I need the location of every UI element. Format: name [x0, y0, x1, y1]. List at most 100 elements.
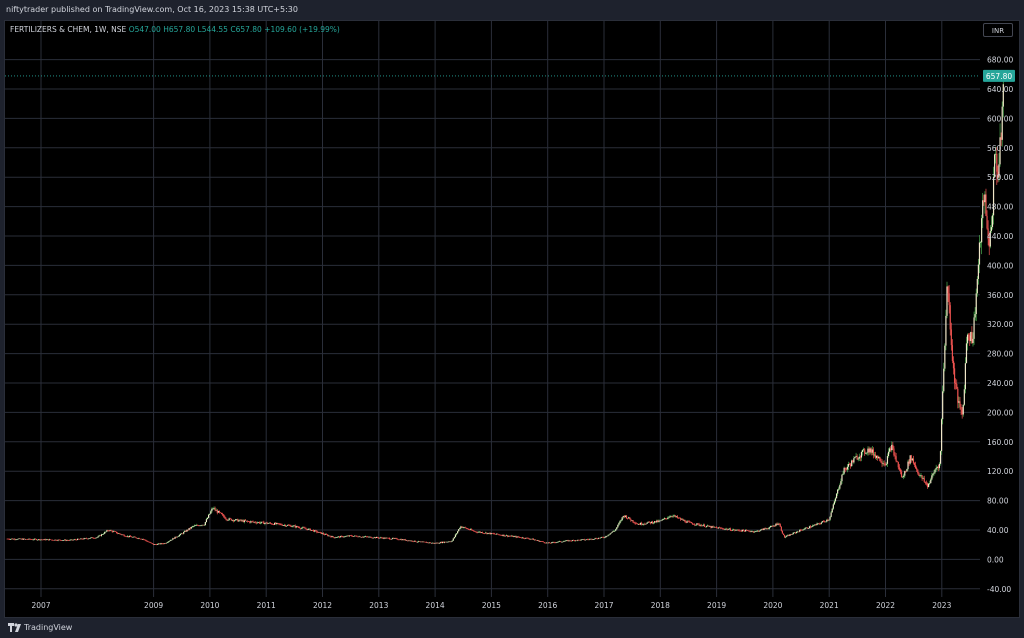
candle-body	[588, 539, 590, 541]
candle-body	[97, 536, 99, 538]
candle-body	[163, 543, 165, 544]
candle-body	[407, 540, 409, 541]
candle-body	[512, 535, 514, 537]
candle-body	[315, 530, 317, 531]
candle-body	[759, 530, 761, 532]
candle-body	[674, 515, 676, 517]
candle-body	[864, 449, 866, 454]
candle-body	[127, 535, 130, 537]
time-axis: 2007 2009 2010 2011 2012 2013 2014 2015 2016 2017…	[31, 601, 951, 610]
candle-body	[418, 541, 420, 542]
candle-body	[853, 458, 855, 463]
y-tick-label: 680.00	[987, 56, 1013, 65]
y-tick-label: 160.00	[987, 438, 1013, 447]
candle-body	[497, 533, 499, 535]
candle-body	[813, 525, 815, 526]
candle-body	[949, 305, 951, 330]
candle-body	[244, 520, 247, 521]
candle-body	[394, 538, 396, 539]
candle-body	[83, 538, 85, 540]
candle-body	[621, 517, 623, 521]
candle-body	[131, 536, 133, 538]
candle-body	[637, 524, 640, 525]
candle-body	[838, 488, 840, 490]
candle-body	[687, 521, 689, 522]
candle-body	[140, 538, 143, 540]
candle-body	[706, 525, 708, 527]
candle-body	[620, 520, 622, 522]
candle-body	[439, 542, 441, 544]
candle-body	[821, 521, 824, 523]
candle-body	[781, 530, 784, 534]
candle-body	[393, 538, 395, 539]
candle-body	[61, 540, 64, 541]
candle-body	[936, 466, 938, 468]
candle-body	[177, 536, 179, 537]
price-chart[interactable]: 680.00 640.00 600.00 560.00 520.00 480.00 440.…	[0, 0, 1024, 638]
x-tick-label: 2019	[707, 601, 726, 610]
candle-body	[572, 540, 575, 541]
candle-body	[669, 516, 671, 518]
candle-body	[916, 467, 918, 470]
candle-body	[494, 534, 497, 535]
candle-body	[634, 522, 636, 524]
candle-body	[609, 533, 611, 535]
candle-body	[786, 535, 788, 537]
candle-body	[485, 532, 487, 534]
candle-body	[576, 540, 578, 542]
candle-body	[160, 543, 162, 545]
candle-body	[639, 522, 642, 525]
candle-body	[851, 460, 853, 467]
currency-button[interactable]: INR	[983, 23, 1013, 37]
candle-body	[476, 532, 478, 533]
candle-body	[827, 519, 829, 521]
y-tick-label: 360.00	[987, 291, 1013, 300]
candle-body	[697, 523, 699, 524]
candle-body	[938, 463, 941, 469]
candle-body	[239, 519, 241, 521]
candle-body	[44, 539, 46, 541]
candle-body	[655, 521, 657, 523]
candle-body	[944, 345, 946, 369]
candle-body	[943, 368, 945, 392]
candle-body	[40, 539, 42, 541]
candle-body	[911, 458, 913, 461]
candle-body	[962, 404, 964, 415]
candle-body	[49, 539, 52, 540]
candle-body	[222, 514, 224, 515]
candle-body	[577, 539, 579, 541]
candle-body	[502, 534, 504, 536]
candle-body	[514, 536, 516, 537]
candle-body	[130, 535, 132, 537]
candle-body	[602, 537, 604, 538]
candle-body	[445, 541, 447, 543]
candle-body	[202, 524, 204, 526]
candle-body	[516, 536, 518, 538]
candle-body	[289, 525, 291, 526]
candle-body	[984, 194, 986, 203]
candle-body	[922, 478, 924, 479]
candle-body	[879, 456, 881, 462]
candle-body	[33, 538, 35, 540]
candle-body	[753, 531, 755, 533]
candle-body	[685, 521, 687, 523]
candle-body	[170, 540, 172, 541]
candle-body	[377, 537, 380, 539]
candle-body	[972, 338, 974, 344]
candle-body	[269, 522, 271, 524]
candle-body	[573, 540, 576, 541]
candle-body	[723, 528, 725, 530]
candle-body	[262, 521, 264, 523]
candle-body	[711, 526, 713, 528]
candle-body	[511, 535, 513, 537]
candle-body	[824, 521, 826, 522]
candle-body	[570, 540, 572, 542]
candle-body	[594, 538, 596, 540]
candle-body	[421, 541, 423, 543]
x-tick-label: 2017	[594, 601, 613, 610]
candle-body	[795, 531, 798, 533]
candle-body	[939, 451, 942, 464]
candle-body	[631, 520, 633, 521]
candle-body	[226, 519, 228, 521]
candle-body	[64, 539, 66, 541]
